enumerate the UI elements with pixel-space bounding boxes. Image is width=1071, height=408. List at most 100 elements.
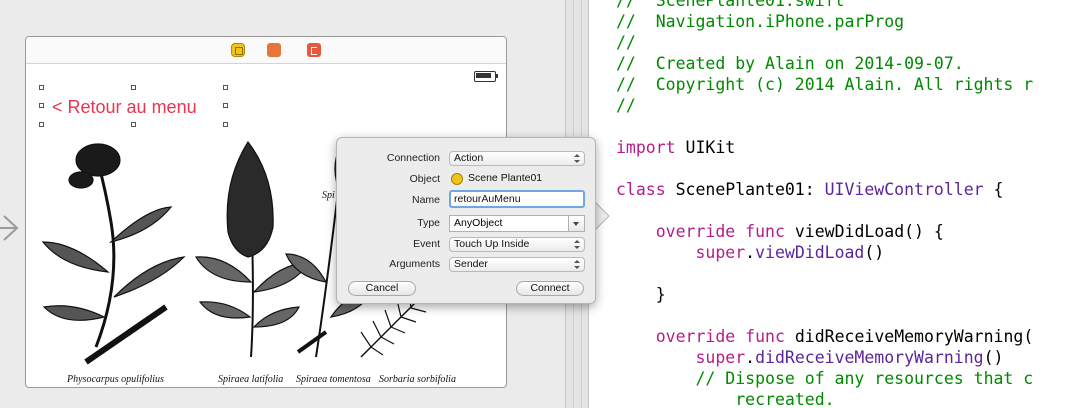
- code-line[interactable]: [616, 200, 1033, 221]
- type-combobox[interactable]: AnyObject: [449, 215, 585, 232]
- code-token: // Copyright (c) 2014 Alain. All rights …: [616, 75, 1034, 94]
- selection-handle[interactable]: [39, 103, 44, 108]
- code-token: override: [655, 222, 736, 241]
- cancel-button[interactable]: Cancel: [348, 281, 416, 296]
- code-line[interactable]: //: [616, 95, 1033, 116]
- popover-arrow: [594, 201, 610, 231]
- code-token: {: [983, 180, 1004, 199]
- selection-handle[interactable]: [39, 85, 44, 90]
- connection-popover: Connection Action Object Scene Plante01 …: [336, 137, 596, 304]
- view-controller-icon: [451, 173, 463, 185]
- type-value: AnyObject: [454, 217, 503, 229]
- arguments-select[interactable]: Sender: [449, 257, 585, 272]
- caption-spiraea-tomentosa: Spiraea tomentosa: [296, 374, 371, 385]
- selection-handle[interactable]: [223, 122, 228, 127]
- selection-handle[interactable]: [39, 122, 44, 127]
- updown-arrows-icon: [574, 240, 580, 249]
- code-token: viewDidLoad: [755, 243, 865, 262]
- code-line[interactable]: }: [616, 284, 1033, 305]
- source-code[interactable]: // ScenePlante01.swift // Navigation.iPho…: [616, 0, 1033, 408]
- code-token: .: [745, 348, 756, 367]
- code-token: // Navigation.iPhone.parProg: [616, 12, 905, 31]
- code-line[interactable]: // Copyright (c) 2014 Alain. All rights …: [616, 74, 1033, 95]
- exit-icon[interactable]: [307, 43, 321, 57]
- connect-button[interactable]: Connect: [516, 281, 584, 296]
- caption-sorbaria: Sorbaria sorbifolia: [379, 374, 456, 385]
- name-label: Name: [411, 194, 440, 206]
- event-select[interactable]: Touch Up Inside: [449, 237, 585, 252]
- object-value: Scene Plante01: [468, 172, 543, 184]
- code-line[interactable]: override func didReceiveMemoryWarning(: [616, 326, 1034, 347]
- arguments-label: Arguments: [389, 258, 440, 270]
- battery-icon: [474, 71, 498, 82]
- code-token: func: [745, 222, 785, 241]
- connection-label: Connection: [386, 152, 440, 164]
- object-label: Object: [409, 173, 440, 185]
- code-token: import: [616, 138, 676, 157]
- code-line[interactable]: //: [616, 32, 1033, 53]
- code-line[interactable]: super.viewDidLoad(): [616, 242, 1033, 263]
- connection-select[interactable]: Action: [449, 151, 585, 166]
- connection-value: Action: [454, 152, 484, 164]
- code-token: }: [616, 285, 666, 304]
- caption-physocarpus: Physocarpus opulifolius: [66, 374, 164, 385]
- code-token: //: [616, 96, 636, 115]
- chevron-down-icon[interactable]: [568, 216, 584, 231]
- caption-spi: Spi: [322, 190, 335, 201]
- code-token: (): [983, 348, 1004, 367]
- code-line[interactable]: // ScenePlante01.swift: [616, 0, 1033, 11]
- event-value: Touch Up Inside: [454, 238, 530, 250]
- name-field[interactable]: [449, 190, 585, 208]
- code-token: viewDidLoad() {: [784, 222, 944, 241]
- code-token: didReceiveMemoryWarning(: [784, 327, 1034, 346]
- first-responder-icon[interactable]: [267, 43, 281, 57]
- entry-point-arrow-icon: [0, 215, 19, 241]
- code-line[interactable]: override func viewDidLoad() {: [616, 221, 1033, 242]
- code-token: //: [616, 33, 636, 52]
- code-token: didReceiveMemoryWarning: [755, 348, 984, 367]
- code-line[interactable]: class ScenePlante01: UIViewController {: [616, 179, 1033, 200]
- code-line[interactable]: super.didReceiveMemoryWarning(): [616, 347, 1033, 368]
- code-token: // ScenePlante01.swift: [616, 0, 845, 10]
- code-token: super: [695, 348, 746, 367]
- code-line[interactable]: // Navigation.iPhone.parProg: [616, 11, 1033, 32]
- arguments-value: Sender: [454, 258, 488, 270]
- code-line[interactable]: import UIKit: [616, 137, 1033, 158]
- code-line[interactable]: [616, 158, 1033, 179]
- assistant-editor[interactable]: // ScenePlante01.swift // Navigation.iPho…: [589, 0, 1071, 408]
- code-token: func: [745, 327, 785, 346]
- code-token: (): [864, 243, 885, 262]
- scene-dock: [26, 37, 506, 64]
- code-token: UIViewController: [824, 180, 984, 199]
- code-token: // Dispose of any resources that c: [695, 369, 1034, 388]
- event-label: Event: [413, 238, 440, 250]
- selection-handle[interactable]: [223, 85, 228, 90]
- code-token: super: [695, 243, 746, 262]
- updown-arrows-icon: [574, 260, 580, 269]
- back-to-menu-button[interactable]: < Retour au menu: [52, 97, 197, 118]
- code-line[interactable]: [616, 116, 1033, 137]
- selection-handle[interactable]: [131, 85, 136, 90]
- updown-arrows-icon: [574, 154, 580, 163]
- selection-handle[interactable]: [131, 122, 136, 127]
- code-line[interactable]: [616, 305, 1033, 326]
- code-token: // Created by Alain on 2014-09-07.: [616, 54, 964, 73]
- code-token: class: [616, 180, 666, 199]
- code-line[interactable]: // Created by Alain on 2014-09-07.: [616, 53, 1033, 74]
- code-line[interactable]: [616, 263, 1033, 284]
- code-line[interactable]: // Dispose of any resources that c: [616, 368, 1033, 389]
- caption-spiraea-latifolia: Spiraea latifolia: [218, 374, 283, 385]
- view-controller-icon[interactable]: [231, 43, 245, 57]
- code-token: UIKit: [675, 138, 736, 157]
- selection-handle[interactable]: [223, 103, 228, 108]
- code-token: recreated.: [735, 390, 835, 408]
- code-line[interactable]: recreated.: [616, 389, 1033, 408]
